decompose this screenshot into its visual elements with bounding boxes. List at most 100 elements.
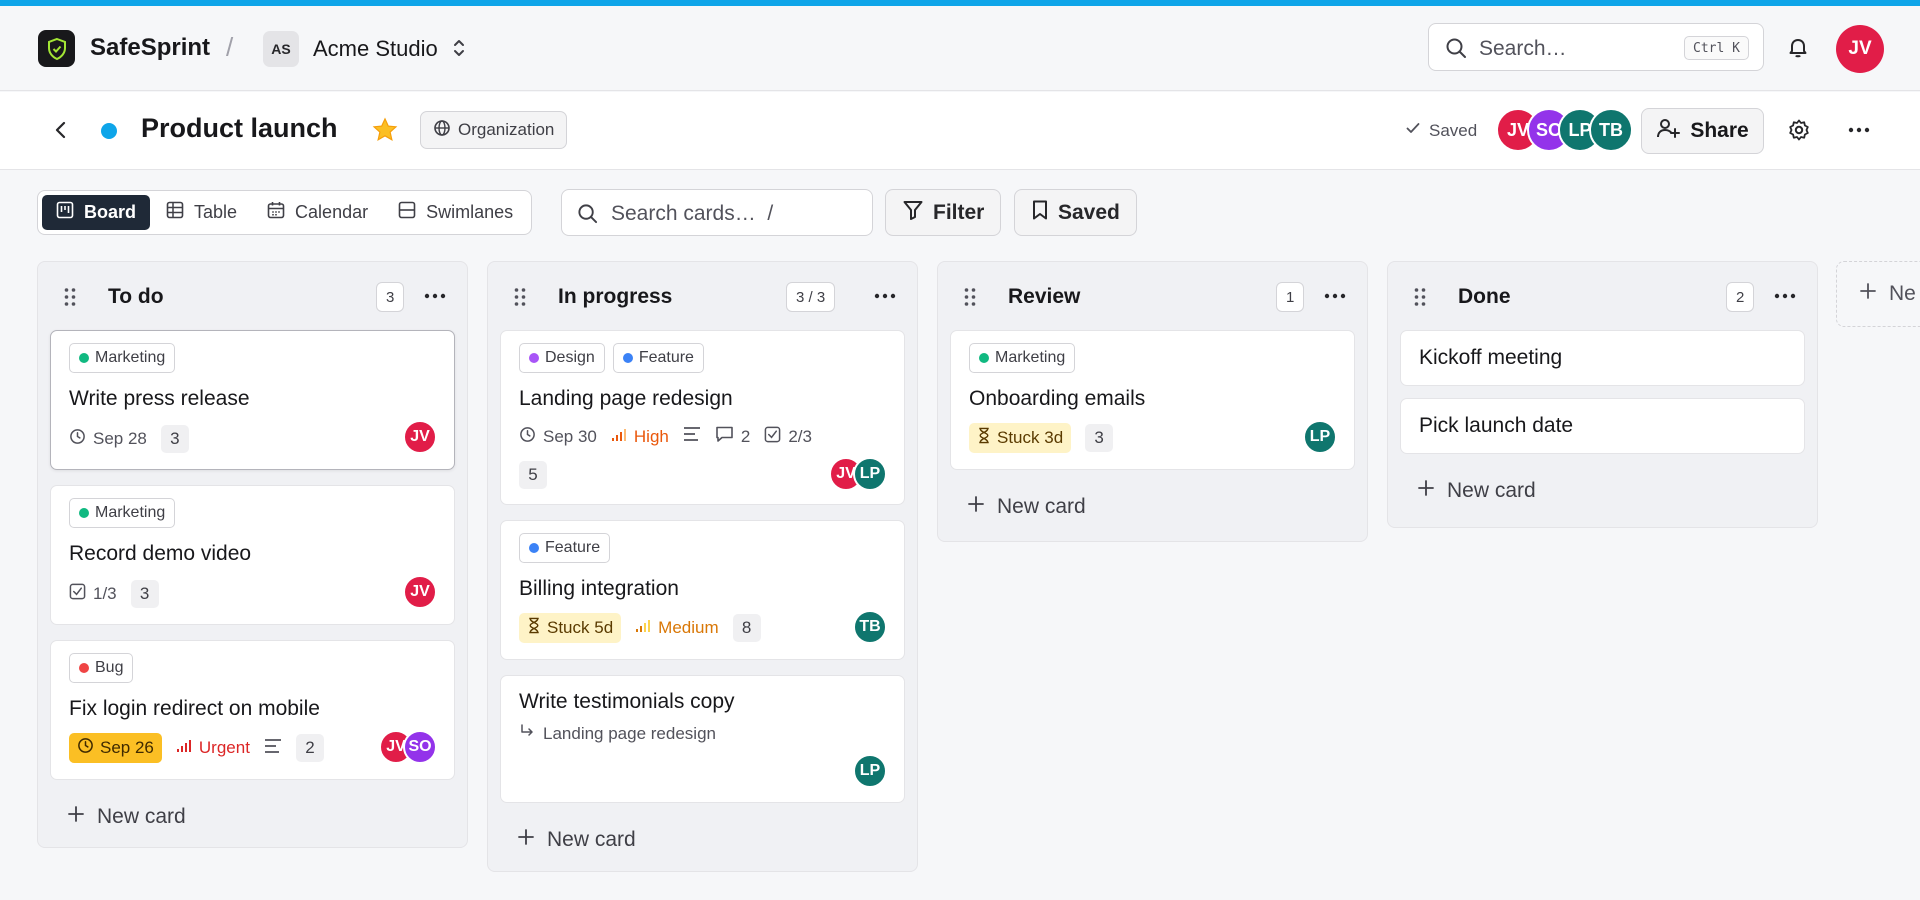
filter-label: Filter	[933, 200, 985, 224]
drag-handle-icon[interactable]	[513, 286, 527, 313]
filter-button[interactable]: Filter	[885, 189, 1002, 236]
due-text: Sep 26	[100, 738, 154, 757]
column-title[interactable]: In progress	[558, 285, 672, 309]
filter-icon	[902, 199, 924, 227]
tab-table[interactable]: Table	[152, 195, 251, 230]
comment-count: 3	[160, 425, 189, 453]
card[interactable]: Kickoff meeting	[1400, 330, 1805, 386]
project-title[interactable]: Product launch	[141, 113, 338, 144]
column-title[interactable]: Review	[1008, 285, 1080, 309]
more-icon[interactable]	[1774, 289, 1796, 308]
column-header: In progress 3 / 3	[488, 262, 917, 330]
card[interactable]: Design Feature Landing page redesign Sep…	[500, 330, 905, 505]
label-text: Marketing	[995, 349, 1066, 366]
new-card-button[interactable]: New card	[38, 786, 467, 848]
user-avatar[interactable]: JV	[1836, 25, 1884, 73]
bell-icon[interactable]	[1786, 35, 1810, 64]
label-tag: Marketing	[69, 498, 176, 528]
card[interactable]: Marketing Record demo video 1/3 3 JV	[50, 485, 455, 625]
drag-handle-icon[interactable]	[963, 286, 977, 313]
saved-views-label: Saved	[1058, 200, 1120, 224]
avatar[interactable]: SO	[403, 730, 437, 764]
more-icon[interactable]	[1324, 289, 1346, 308]
new-card-button[interactable]: New card	[488, 809, 917, 871]
priority-text: Urgent	[198, 738, 250, 757]
due-date: Sep 30	[519, 426, 597, 448]
card-search-input[interactable]: Search cards… /	[561, 189, 873, 236]
tab-calendar[interactable]: Calendar	[253, 195, 382, 230]
more-icon[interactable]	[1846, 118, 1872, 147]
project-header: Product launch Organization Saved JV SO …	[0, 92, 1920, 170]
comment-count: 5	[519, 461, 547, 489]
card-title: Pick launch date	[1419, 414, 1574, 437]
tab-swimlanes[interactable]: Swimlanes	[384, 195, 527, 230]
avatar[interactable]: LP	[1303, 420, 1337, 454]
priority-text: Medium	[658, 618, 719, 637]
card[interactable]: Marketing Onboarding emails Stuck 3d 3 L…	[950, 330, 1355, 470]
priority: Urgent	[176, 738, 250, 758]
bookmark-icon	[1031, 199, 1049, 227]
new-column-label: Ne	[1889, 282, 1916, 305]
comment-count: 3	[1085, 424, 1114, 452]
global-search[interactable]: Search… Ctrl K	[1428, 23, 1764, 71]
new-card-button[interactable]: New card	[1388, 460, 1817, 522]
star-icon[interactable]	[371, 116, 399, 149]
due-text: Sep 30	[543, 426, 597, 446]
chevron-updown-icon[interactable]	[450, 37, 468, 64]
card[interactable]: Bug Fix login redirect on mobile Sep 26 …	[50, 640, 455, 780]
comment-bubble-icon	[715, 425, 734, 448]
column-title[interactable]: Done	[1458, 285, 1511, 309]
card[interactable]: Pick launch date	[1400, 398, 1805, 454]
more-icon[interactable]	[424, 289, 446, 308]
avatar[interactable]: LP	[853, 457, 887, 491]
checkbox-icon	[69, 583, 86, 605]
member-avatars[interactable]: JV SO LP TB	[1496, 108, 1633, 152]
label-text: Feature	[545, 539, 601, 556]
saved-views-button[interactable]: Saved	[1014, 189, 1137, 236]
assignees: JV	[403, 575, 437, 609]
card-meta: Stuck 3d 3	[969, 423, 1114, 453]
avatar[interactable]: TB	[1589, 108, 1633, 152]
card-title: Kickoff meeting	[1419, 346, 1563, 369]
search-shortcut: Ctrl K	[1684, 36, 1749, 60]
description-icon	[683, 426, 701, 447]
card-meta: Sep 28 3	[69, 425, 189, 453]
avatar[interactable]: LP	[853, 754, 887, 788]
card-title: Onboarding emails	[969, 387, 1146, 410]
comment-count: 8	[732, 614, 761, 642]
tab-board[interactable]: Board	[42, 195, 151, 230]
back-arrow-icon[interactable]	[50, 119, 72, 146]
workspace-name[interactable]: Acme Studio	[313, 36, 438, 62]
more-icon[interactable]	[874, 289, 896, 308]
share-button[interactable]: Share	[1641, 108, 1764, 154]
drag-handle-icon[interactable]	[63, 286, 77, 313]
plus-icon	[67, 805, 85, 829]
column-done: Done 2 Kickoff meeting Pick launch date …	[1387, 261, 1818, 528]
visibility-label: Organization	[458, 120, 555, 139]
avatar[interactable]: JV	[403, 575, 437, 609]
due-date-overdue: Sep 26	[69, 733, 162, 763]
top-nav: SafeSprint / AS Acme Studio Search… Ctrl…	[0, 6, 1920, 91]
visibility-button[interactable]: Organization	[420, 111, 568, 149]
card[interactable]: Write testimonials copy Landing page red…	[500, 675, 905, 803]
shield-logo-icon[interactable]	[38, 30, 75, 67]
label-tag: Feature	[612, 343, 704, 373]
parent-card-link[interactable]: Landing page redesign	[519, 723, 716, 744]
stuck-badge: Stuck 3d	[969, 423, 1072, 453]
gear-icon[interactable]	[1787, 118, 1811, 147]
new-column-button[interactable]: Ne	[1836, 261, 1920, 327]
card-meta: Sep 26 Urgent 2	[69, 733, 324, 763]
card[interactable]: Feature Billing integration Stuck 5d Med…	[500, 520, 905, 660]
column-review: Review 1 Marketing Onboarding emails Stu…	[937, 261, 1368, 542]
avatar[interactable]: TB	[853, 610, 887, 644]
new-card-button[interactable]: New card	[938, 476, 1367, 538]
card[interactable]: Marketing Write press release Sep 28 3 J…	[50, 330, 455, 470]
brand-name[interactable]: SafeSprint	[90, 34, 210, 62]
search-icon	[1445, 37, 1467, 64]
column-title[interactable]: To do	[108, 285, 164, 309]
workspace-avatar[interactable]: AS	[263, 31, 299, 67]
clock-icon	[69, 428, 86, 450]
drag-handle-icon[interactable]	[1413, 286, 1427, 313]
avatar[interactable]: JV	[403, 420, 437, 454]
tab-label: Board	[84, 202, 137, 222]
